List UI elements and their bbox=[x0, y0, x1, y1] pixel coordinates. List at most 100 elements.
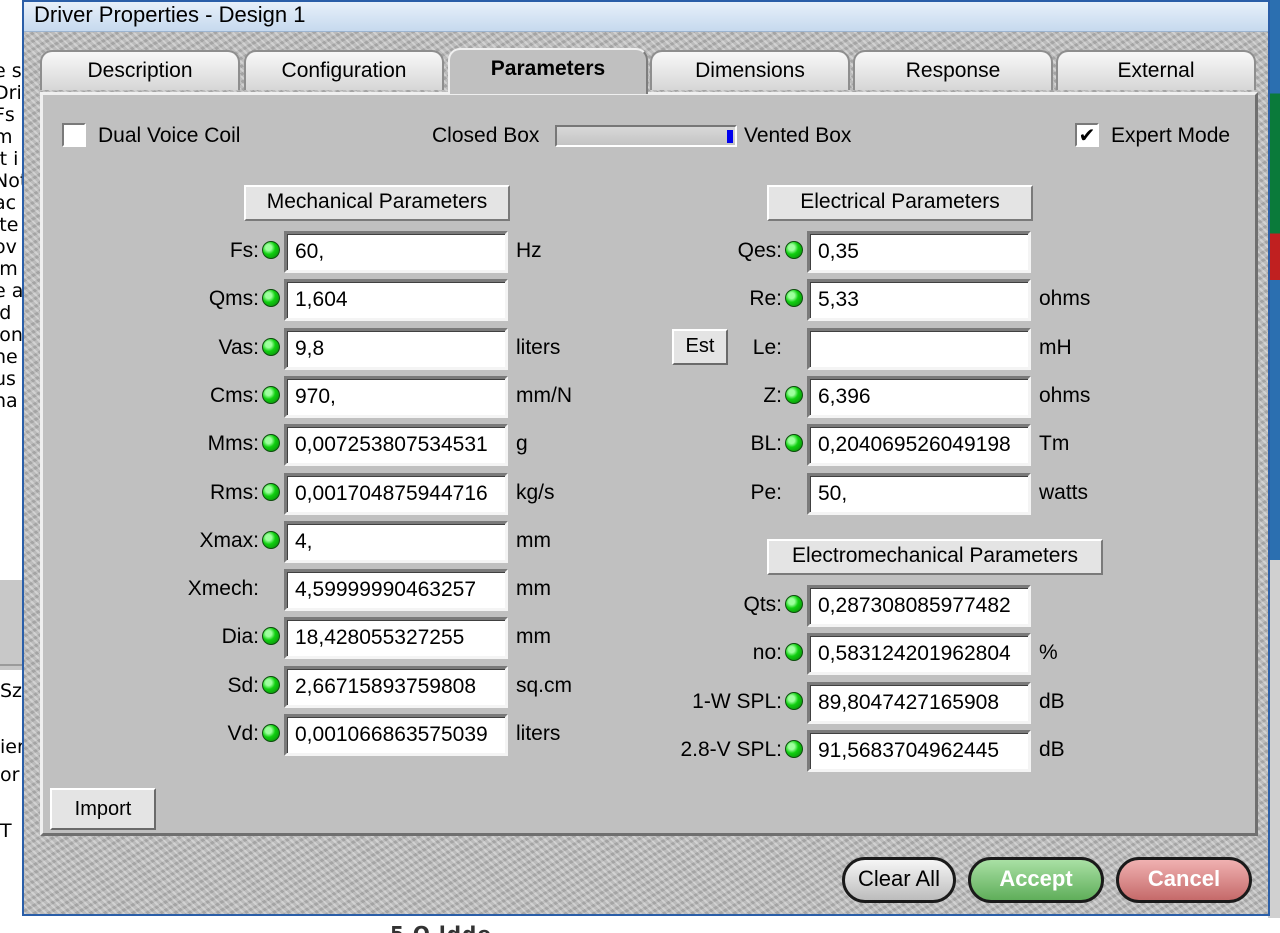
tab-dimensions[interactable]: Dimensions bbox=[650, 50, 850, 90]
qms-input[interactable]: 1,604 bbox=[284, 279, 508, 322]
background-divider bbox=[0, 664, 22, 666]
mechanical-parameters-header[interactable]: Mechanical Parameters bbox=[244, 185, 510, 221]
le-unit: mH bbox=[1039, 335, 1072, 359]
cms-input[interactable]: 970, bbox=[284, 375, 508, 418]
background-text-fragment: ov bbox=[0, 236, 17, 258]
background-window-left: e sDriFsmIt iNotaciteovime aidionheusna S… bbox=[0, 0, 22, 933]
status-led-icon[interactable] bbox=[262, 724, 280, 742]
status-led-icon[interactable] bbox=[262, 675, 280, 694]
status-led-icon[interactable] bbox=[262, 241, 280, 259]
vas-input[interactable]: 9,8 bbox=[284, 327, 508, 370]
box-type-slider[interactable] bbox=[555, 125, 737, 147]
bl-label: BL: bbox=[750, 432, 782, 456]
dual-voice-coil-label: Dual Voice Coil bbox=[98, 124, 241, 147]
2-8-v-spl-unit: dB bbox=[1039, 737, 1065, 761]
dia-label: Dia: bbox=[221, 625, 259, 649]
vd-unit: liters bbox=[516, 722, 561, 745]
status-led-icon[interactable] bbox=[262, 337, 280, 356]
tab-description[interactable]: Description bbox=[40, 50, 240, 90]
vd-input[interactable]: 0,00106686357503​9 bbox=[284, 714, 508, 756]
no-unit: % bbox=[1039, 641, 1058, 665]
expert-mode-checkbox[interactable]: ✔ bbox=[1075, 123, 1099, 147]
tab-parameters[interactable]: Parameters bbox=[448, 48, 648, 94]
background-bottom-text: 5 Q ldde.. ... bbox=[390, 922, 543, 933]
background-text-fragment: im bbox=[0, 258, 18, 280]
qes-input[interactable]: 0,35 bbox=[807, 231, 1031, 273]
qts-label: Qts: bbox=[743, 593, 782, 616]
background-text-fragment: Sz bbox=[0, 680, 22, 702]
status-led-icon[interactable] bbox=[262, 530, 280, 549]
status-led-icon[interactable] bbox=[785, 739, 803, 758]
tab-label: External bbox=[1117, 59, 1195, 82]
xmax-label: Xmax: bbox=[199, 528, 259, 552]
tab-configuration[interactable]: Configuration bbox=[244, 50, 444, 90]
dia-input[interactable]: 18,428055327255 bbox=[284, 617, 508, 660]
no-input[interactable]: 0,58312420196280​4 bbox=[807, 633, 1031, 676]
import-button[interactable]: Import bbox=[50, 788, 156, 830]
background-window-bottom: 5 Q ldde.. ... bbox=[0, 918, 1280, 933]
cms-label: Cms: bbox=[210, 383, 259, 407]
status-led-icon[interactable] bbox=[262, 385, 280, 404]
electrical-parameters-header[interactable]: Electrical Parameters bbox=[767, 185, 1033, 221]
background-grey-block bbox=[0, 580, 22, 670]
expert-mode-label: Expert Mode bbox=[1111, 124, 1231, 147]
background-text-fragment: e s bbox=[0, 60, 22, 82]
z-label: Z: bbox=[763, 383, 782, 407]
sd-input[interactable]: 2,66715893759808 bbox=[284, 665, 508, 708]
xmax-unit: mm bbox=[516, 528, 551, 552]
sd-unit: sq.cm bbox=[516, 673, 573, 697]
driver-properties-dialog: Driver Properties - Design 1 Description… bbox=[22, 0, 1270, 916]
mms-input[interactable]: 0,00725380753453​1 bbox=[284, 424, 508, 467]
status-led-icon[interactable] bbox=[262, 482, 280, 501]
1-w-spl-input[interactable]: 89,8047427165908 bbox=[807, 681, 1031, 724]
rms-unit: kg/s bbox=[516, 480, 555, 504]
vented-box-label: Vented Box bbox=[744, 124, 852, 147]
rms-label: Rms: bbox=[210, 480, 259, 504]
tab-label: Response bbox=[905, 59, 1001, 82]
xmech-input[interactable]: 4,59999990463257 bbox=[284, 569, 508, 612]
clear-all-button[interactable]: Clear All bbox=[842, 857, 956, 903]
dual-voice-coil-checkbox[interactable] bbox=[62, 123, 86, 147]
le-input[interactable] bbox=[807, 327, 1031, 370]
slider-thumb[interactable] bbox=[727, 130, 733, 143]
tab-external[interactable]: External bbox=[1056, 50, 1256, 90]
re-label: Re: bbox=[749, 287, 782, 311]
pe-input[interactable]: 50, bbox=[807, 472, 1031, 515]
background-text-fragment: It i bbox=[0, 148, 19, 170]
fs-input[interactable]: 60, bbox=[284, 231, 508, 273]
fs-label: Fs: bbox=[229, 239, 259, 262]
xmech-unit: mm bbox=[516, 577, 551, 601]
z-input[interactable]: 6,396 bbox=[807, 375, 1031, 418]
background-text-fragment: id bbox=[0, 302, 12, 324]
status-led-icon[interactable] bbox=[785, 385, 803, 404]
xmech-label: Xmech: bbox=[187, 577, 259, 601]
background-text-fragment: T bbox=[0, 820, 12, 842]
tab-label: Configuration bbox=[281, 59, 407, 82]
re-input[interactable]: 5,33 bbox=[807, 279, 1031, 322]
accept-button[interactable]: Accept bbox=[968, 857, 1104, 903]
background-text-fragment: ac bbox=[0, 192, 17, 214]
status-led-icon[interactable] bbox=[785, 691, 803, 710]
2-8-v-spl-label: 2.8-V SPL: bbox=[680, 737, 782, 761]
vas-label: Vas: bbox=[218, 335, 259, 359]
electromechanical-parameters-header[interactable]: Electromechanical Parameters bbox=[767, 539, 1103, 575]
title-bar[interactable]: Driver Properties - Design 1 bbox=[24, 2, 1268, 32]
2-8-v-spl-input[interactable]: 91,5683704962445 bbox=[807, 729, 1031, 772]
qts-input[interactable]: 0,28730808597748​2 bbox=[807, 585, 1031, 627]
tab-label: Description bbox=[87, 59, 193, 82]
cms-unit: mm/N bbox=[516, 383, 572, 407]
mms-unit: g bbox=[516, 432, 528, 456]
background-text-fragment: na bbox=[0, 390, 18, 412]
bl-input[interactable]: 0,20406952604919​8 bbox=[807, 424, 1031, 467]
status-led-icon[interactable] bbox=[785, 241, 803, 259]
cancel-button[interactable]: Cancel bbox=[1116, 857, 1252, 903]
background-text-fragment: ion bbox=[0, 324, 22, 346]
xmax-input[interactable]: 4, bbox=[284, 520, 508, 563]
status-led-icon[interactable] bbox=[785, 595, 803, 613]
rms-input[interactable]: 0,00170487594471​6 bbox=[284, 472, 508, 515]
tab-response[interactable]: Response bbox=[853, 50, 1053, 90]
background-text-fragment: ier bbox=[0, 736, 22, 758]
background-text-fragment: ite bbox=[0, 214, 19, 236]
estimate-le-button[interactable]: Est bbox=[672, 329, 728, 365]
background-text-fragment: us bbox=[0, 368, 16, 390]
